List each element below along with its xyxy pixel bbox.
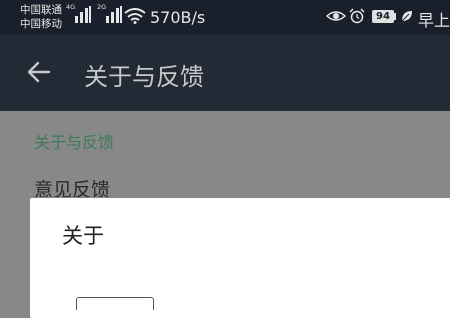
leaf-icon — [401, 11, 412, 22]
app-bar: 关于与反馈 — [0, 35, 450, 111]
network-speed: 570B/s — [150, 8, 206, 27]
dialog-title: 关于 — [62, 224, 104, 248]
battery-icon: 94 — [372, 10, 394, 23]
back-arrow-icon[interactable] — [27, 61, 51, 83]
section-header: 关于与反馈 — [34, 133, 115, 152]
battery-nub — [394, 13, 396, 20]
wifi-icon — [124, 8, 146, 24]
feedback-item[interactable]: 意见反馈 — [34, 175, 110, 197]
carrier-names: 中国联通 中国移动 — [20, 3, 62, 31]
status-time: 早上 — [418, 11, 450, 30]
dialog-button[interactable] — [76, 297, 154, 310]
status-bar: 中国联通 中国移动 4G 2G 570B/s 94 早上 — [0, 0, 450, 35]
signal-icon-2 — [106, 6, 122, 23]
signal-icon — [75, 6, 91, 23]
about-dialog: 关于 — [30, 198, 450, 318]
eye-icon — [326, 11, 346, 21]
page-title: 关于与反馈 — [84, 63, 204, 91]
carrier-1: 中国联通 — [20, 4, 62, 16]
alarm-icon — [349, 8, 365, 24]
carrier-2: 中国移动 — [20, 18, 62, 30]
